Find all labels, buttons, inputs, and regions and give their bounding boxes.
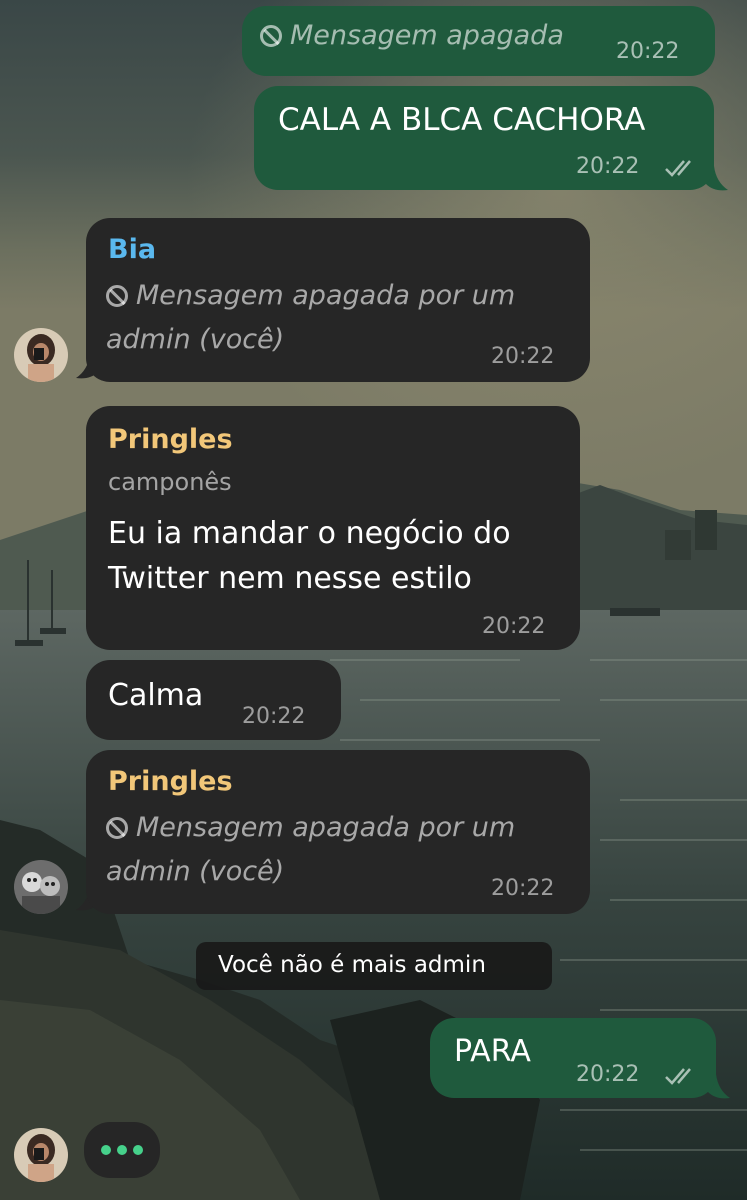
avatar-bia[interactable] — [14, 1128, 68, 1182]
sender-name: Pringles — [108, 766, 233, 797]
incoming-message[interactable]: Calma 20:22 — [86, 660, 341, 740]
deleted-message-text: Mensagem apagada por um admin (você) — [106, 280, 516, 355]
message-text-line-2: Twitter nem nesse estilo — [108, 561, 472, 596]
sender-name: Bia — [108, 234, 157, 265]
message-time: 20:22 — [576, 154, 640, 179]
message-time: 20:22 — [242, 704, 306, 729]
double-check-icon — [664, 158, 698, 178]
message-text-line-1: Eu ia mandar o negócio do — [108, 516, 511, 551]
message-time: 20:22 — [491, 876, 555, 901]
message-time: 20:22 — [576, 1062, 640, 1087]
deleted-message-text: Mensagem apagada — [260, 14, 564, 58]
avatar-pringles[interactable] — [14, 860, 68, 914]
message-text: PARA — [454, 1034, 531, 1069]
system-notice: Você não é mais admin — [196, 942, 552, 990]
typing-dot — [101, 1145, 111, 1155]
incoming-message-deleted[interactable]: Bia Mensagem apagada por um admin (você)… — [86, 218, 590, 382]
system-notice-text: Você não é mais admin — [218, 952, 486, 978]
deleted-message-text: Mensagem apagada por um admin (você) — [106, 812, 516, 887]
message-text: Calma — [108, 678, 204, 713]
message-time: 20:22 — [616, 39, 680, 64]
incoming-message-deleted[interactable]: Pringles Mensagem apagada por um admin (… — [86, 750, 590, 914]
message-time: 20:22 — [491, 344, 555, 369]
outgoing-message-deleted[interactable]: Mensagem apagada 20:22 — [242, 6, 715, 76]
outgoing-message[interactable]: CALA A BLCA CACHORA 20:22 — [254, 86, 714, 190]
avatar-bia[interactable] — [14, 328, 68, 382]
ban-icon — [106, 285, 128, 307]
double-check-icon — [664, 1066, 698, 1086]
outgoing-message[interactable]: PARA 20:22 — [430, 1018, 716, 1098]
incoming-message[interactable]: Pringles camponês Eu ia mandar o negócio… — [86, 406, 580, 650]
typing-dots-icon — [84, 1122, 160, 1178]
message-text: CALA A BLCA CACHORA — [278, 102, 646, 138]
ban-icon — [260, 25, 282, 47]
typing-dot — [117, 1145, 127, 1155]
sender-name: Pringles — [108, 424, 233, 455]
sender-title: camponês — [108, 468, 232, 496]
ban-icon — [106, 817, 128, 839]
typing-dot — [133, 1145, 143, 1155]
message-time: 20:22 — [482, 614, 546, 639]
